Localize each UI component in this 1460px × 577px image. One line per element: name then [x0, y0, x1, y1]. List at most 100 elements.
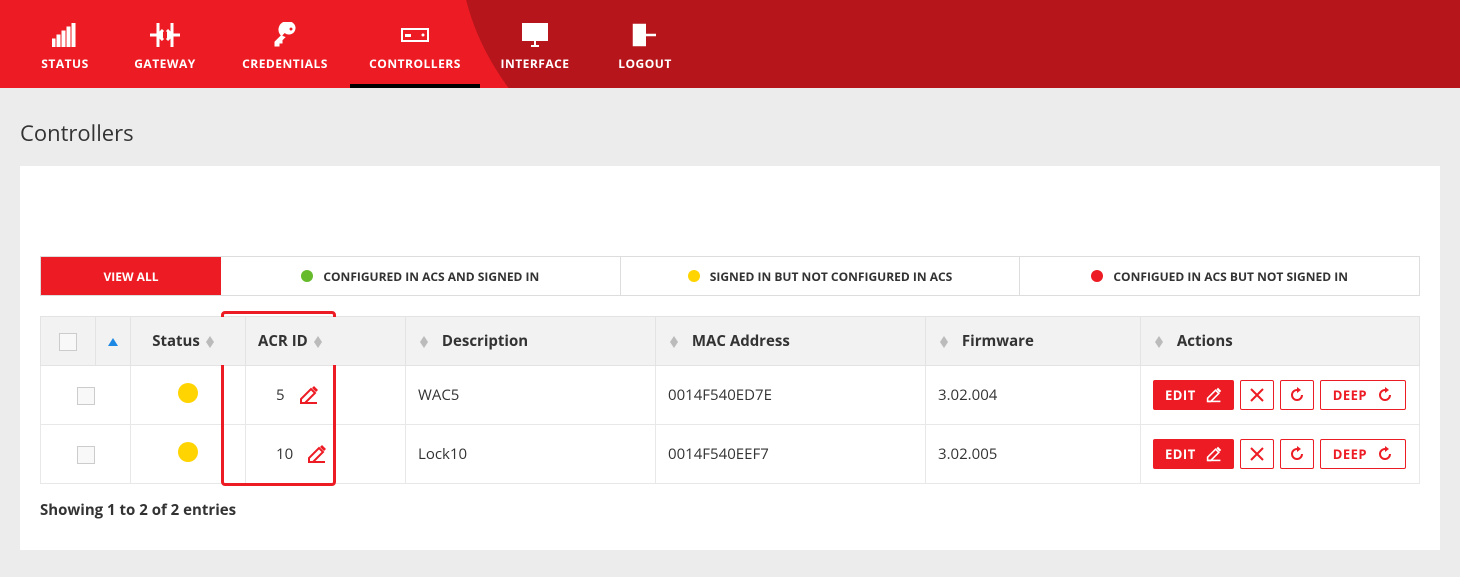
row-firmware: 3.02.005: [926, 425, 1141, 484]
nav-label: CONTROLLERS: [369, 55, 461, 72]
controller-icon: [401, 17, 429, 53]
key-icon: [272, 17, 298, 53]
table-row: 10 Lock10 0014F540EEF7 3.02.005 EDIT: [41, 425, 1420, 484]
acr-id-value: 10: [276, 444, 293, 464]
deep-button[interactable]: DEEP: [1320, 380, 1406, 410]
restart-icon: [1377, 387, 1393, 403]
row-actions: EDIT DEEP: [1141, 366, 1420, 425]
nav-label: STATUS: [41, 55, 88, 72]
header-label: Firmware: [962, 331, 1034, 351]
header-actions: Actions: [1141, 317, 1420, 366]
header-checkbox[interactable]: [41, 317, 96, 366]
edit-button[interactable]: EDIT: [1153, 380, 1234, 410]
row-acr-cell: 10: [246, 425, 406, 484]
checkbox-icon: [59, 333, 77, 351]
gateway-icon: [150, 17, 180, 53]
restart-button[interactable]: [1280, 439, 1314, 469]
monitor-icon: [522, 17, 548, 53]
main-panel: VIEW ALL CONFIGURED IN ACS AND SIGNED IN…: [20, 166, 1440, 550]
row-mac: 0014F540EEF7: [656, 425, 926, 484]
status-dot-yellow-icon: [178, 442, 198, 462]
showing-entries: Showing 1 to 2 of 2 entries: [40, 500, 1420, 520]
status-dot-yellow-icon: [178, 383, 198, 403]
header-status[interactable]: Status: [131, 317, 246, 366]
button-label: DEEP: [1333, 445, 1367, 463]
button-label: DEEP: [1333, 386, 1367, 404]
deep-button[interactable]: DEEP: [1320, 439, 1406, 469]
header-label: MAC Address: [692, 331, 790, 351]
delete-button[interactable]: [1240, 380, 1274, 410]
logout-icon: [632, 17, 658, 53]
page-title: Controllers: [0, 88, 1460, 166]
filter-label: CONFIGURED IN ACS AND SIGNED IN: [323, 268, 539, 285]
row-checkbox-cell[interactable]: [41, 366, 131, 425]
filter-view-all[interactable]: VIEW ALL: [41, 257, 221, 295]
checkbox-icon: [77, 387, 95, 405]
edit-acr-button[interactable]: [299, 385, 319, 405]
filter-label: CONFIGUED IN ACS BUT NOT SIGNED IN: [1113, 268, 1348, 285]
checkbox-icon: [77, 446, 95, 464]
nav-label: INTERFACE: [500, 55, 569, 72]
nav-label: LOGOUT: [618, 55, 672, 72]
sort-icon: [314, 336, 322, 348]
sort-icon: [940, 336, 948, 348]
controllers-table-wrap: Status ACR ID Description MAC Address: [40, 316, 1420, 484]
sort-icon: [420, 336, 428, 348]
filter-configured-not-signed[interactable]: CONFIGUED IN ACS BUT NOT SIGNED IN: [1020, 257, 1419, 295]
nav-gateway[interactable]: GATEWAY: [110, 0, 220, 88]
filter-signed-not-configured[interactable]: SIGNED IN BUT NOT CONFIGURED IN ACS: [621, 257, 1021, 295]
nav-label: GATEWAY: [134, 55, 196, 72]
header-label: Status: [152, 331, 200, 351]
filter-configured-signed-in[interactable]: CONFIGURED IN ACS AND SIGNED IN: [221, 257, 621, 295]
row-description: WAC5: [406, 366, 656, 425]
header-label: ACR ID: [258, 331, 308, 351]
restart-icon: [1289, 446, 1305, 462]
filter-tabs: VIEW ALL CONFIGURED IN ACS AND SIGNED IN…: [40, 256, 1420, 296]
table-row: 5 WAC5 0014F540ED7E 3.02.004 EDIT: [41, 366, 1420, 425]
row-mac: 0014F540ED7E: [656, 366, 926, 425]
header-firmware[interactable]: Firmware: [926, 317, 1141, 366]
sort-asc-icon: [108, 338, 118, 346]
pencil-icon: [1206, 446, 1222, 462]
bars-signal-icon: [52, 17, 78, 53]
restart-button[interactable]: [1280, 380, 1314, 410]
row-status-cell: [131, 425, 246, 484]
dot-green-icon: [301, 270, 313, 282]
row-firmware: 3.02.004: [926, 366, 1141, 425]
sort-icon: [1155, 336, 1163, 348]
row-description: Lock10: [406, 425, 656, 484]
header-mac[interactable]: MAC Address: [656, 317, 926, 366]
row-actions: EDIT DEEP: [1141, 425, 1420, 484]
sort-icon: [670, 336, 678, 348]
edit-button[interactable]: EDIT: [1153, 439, 1234, 469]
nav-credentials[interactable]: CREDENTIALS: [220, 0, 350, 88]
close-icon: [1249, 446, 1265, 462]
nav-status[interactable]: STATUS: [20, 0, 110, 88]
row-status-cell: [131, 366, 246, 425]
nav-label: CREDENTIALS: [242, 55, 328, 72]
edit-acr-button[interactable]: [307, 444, 327, 464]
delete-button[interactable]: [1240, 439, 1274, 469]
header-label: Actions: [1177, 331, 1233, 351]
button-label: EDIT: [1165, 386, 1196, 404]
row-checkbox-cell[interactable]: [41, 425, 131, 484]
dot-red-icon: [1091, 270, 1103, 282]
top-nav: STATUS GATEWAY CREDENTIALS CONTROLLERS I…: [0, 0, 1460, 88]
nav-controllers[interactable]: CONTROLLERS: [350, 0, 480, 88]
filter-label: SIGNED IN BUT NOT CONFIGURED IN ACS: [710, 268, 952, 285]
controllers-table: Status ACR ID Description MAC Address: [40, 316, 1420, 484]
button-label: EDIT: [1165, 445, 1196, 463]
pencil-icon: [1206, 387, 1222, 403]
restart-icon: [1289, 387, 1305, 403]
header-description[interactable]: Description: [406, 317, 656, 366]
restart-icon: [1377, 446, 1393, 462]
header-acr-id[interactable]: ACR ID: [246, 317, 406, 366]
nav-interface[interactable]: INTERFACE: [480, 0, 590, 88]
dot-yellow-icon: [688, 270, 700, 282]
header-sort-indicator[interactable]: [96, 317, 131, 366]
close-icon: [1249, 387, 1265, 403]
nav-logout[interactable]: LOGOUT: [590, 0, 700, 88]
filter-label: VIEW ALL: [103, 268, 158, 285]
header-label: Description: [442, 331, 528, 351]
row-acr-cell: 5: [246, 366, 406, 425]
